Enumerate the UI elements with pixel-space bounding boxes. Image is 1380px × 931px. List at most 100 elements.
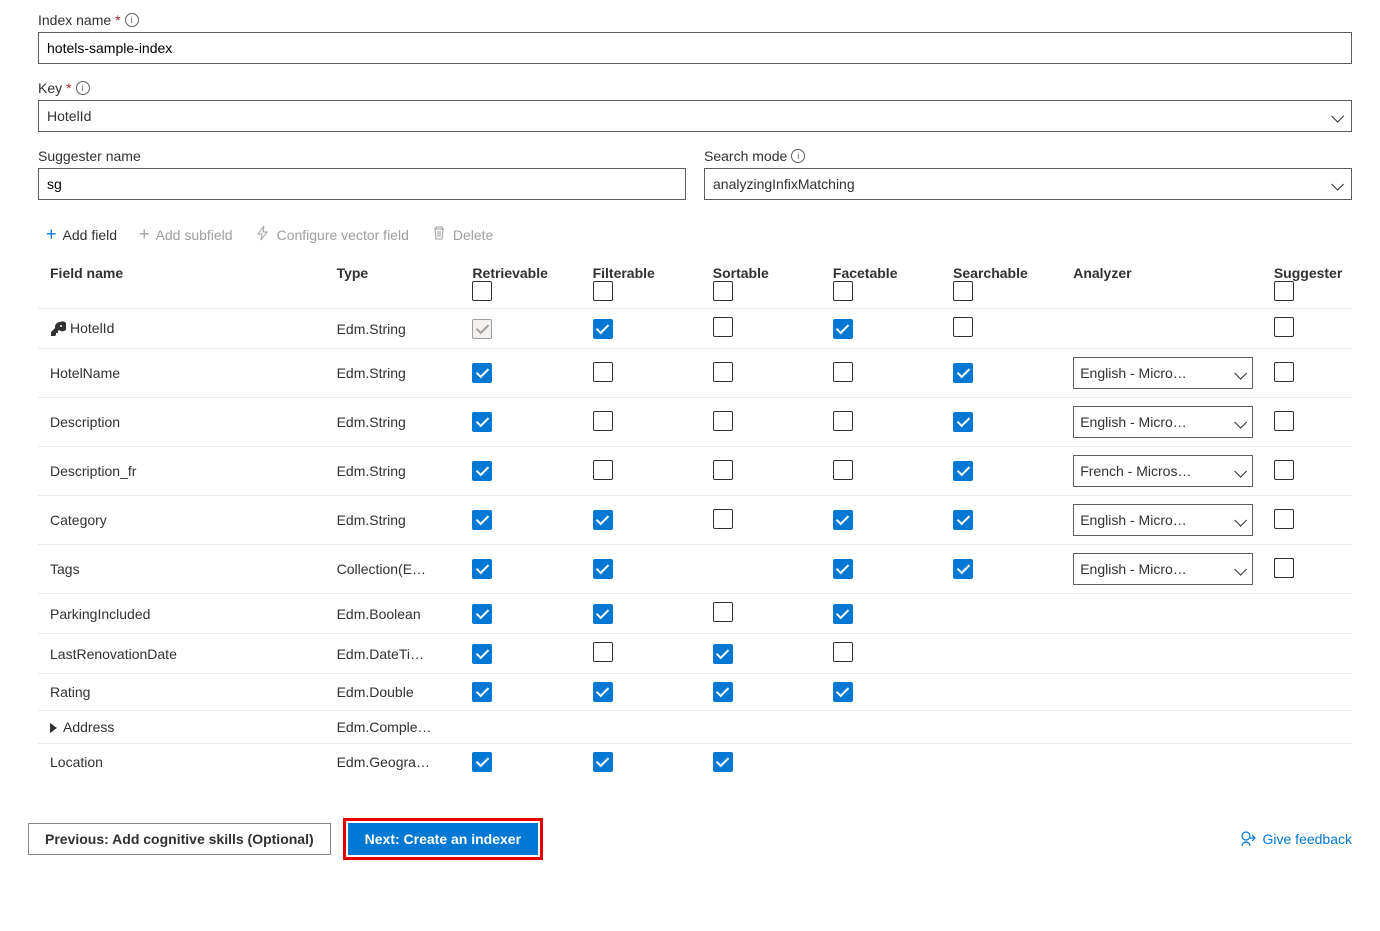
field-type-cell: Edm.String — [337, 463, 457, 479]
key-select[interactable]: HotelId — [38, 100, 1352, 132]
checkbox[interactable] — [833, 642, 853, 662]
checkbox[interactable] — [472, 412, 492, 432]
checkbox[interactable] — [713, 602, 733, 622]
checkbox[interactable] — [833, 411, 853, 431]
checkbox[interactable] — [593, 682, 613, 702]
previous-button[interactable]: Previous: Add cognitive skills (Optional… — [28, 823, 331, 855]
checkbox[interactable] — [713, 362, 733, 382]
checkbox[interactable] — [472, 319, 492, 339]
sortable-all-checkbox[interactable] — [713, 281, 733, 301]
checkbox[interactable] — [593, 642, 613, 662]
info-icon[interactable]: i — [125, 13, 139, 27]
checkbox[interactable] — [472, 461, 492, 481]
next-button[interactable]: Next: Create an indexer — [348, 823, 538, 855]
checkbox[interactable] — [713, 682, 733, 702]
retrievable-all-checkbox[interactable] — [472, 281, 492, 301]
checkbox[interactable] — [833, 362, 853, 382]
field-name-cell: Tags — [38, 545, 331, 594]
index-name-input[interactable] — [38, 32, 1352, 64]
give-feedback-link[interactable]: Give feedback — [1241, 831, 1353, 847]
checkbox[interactable] — [1274, 460, 1294, 480]
highlight-box: Next: Create an indexer — [343, 818, 543, 860]
checkbox[interactable] — [593, 510, 613, 530]
checkbox[interactable] — [713, 509, 733, 529]
checkbox[interactable] — [472, 682, 492, 702]
checkbox[interactable] — [713, 460, 733, 480]
table-row[interactable]: Description_fr Edm.String French - Micro… — [38, 447, 1352, 496]
checkbox[interactable] — [953, 510, 973, 530]
analyzer-select[interactable]: French - Micros… — [1073, 455, 1253, 487]
chevron-down-icon — [1331, 178, 1343, 190]
checkbox[interactable] — [472, 559, 492, 579]
suggester-name-label: Suggester name — [38, 148, 141, 164]
checkbox[interactable] — [1274, 411, 1294, 431]
checkbox[interactable] — [713, 644, 733, 664]
table-row[interactable]: Location Edm.Geogra… — [38, 744, 1352, 781]
checkbox[interactable] — [593, 559, 613, 579]
table-row[interactable]: Category Edm.String English - Micro… — [38, 496, 1352, 545]
checkbox[interactable] — [1274, 362, 1294, 382]
checkbox[interactable] — [593, 319, 613, 339]
checkbox[interactable] — [1274, 509, 1294, 529]
checkbox[interactable] — [833, 559, 853, 579]
checkbox[interactable] — [833, 510, 853, 530]
suggester-all-checkbox[interactable] — [1274, 281, 1294, 301]
table-row[interactable]: Description Edm.String English - Micro… — [38, 398, 1352, 447]
checkbox[interactable] — [953, 559, 973, 579]
checkbox[interactable] — [953, 317, 973, 337]
search-mode-select[interactable]: analyzingInfixMatching — [704, 168, 1352, 200]
analyzer-select[interactable]: English - Micro… — [1073, 406, 1253, 438]
analyzer-select[interactable]: English - Micro… — [1073, 357, 1253, 389]
checkbox[interactable] — [1274, 317, 1294, 337]
analyzer-select[interactable]: English - Micro… — [1073, 553, 1253, 585]
checkbox[interactable] — [953, 461, 973, 481]
analyzer-select[interactable]: English - Micro… — [1073, 504, 1253, 536]
key-label: Key — [38, 80, 62, 96]
add-field-button[interactable]: + Add field — [46, 224, 117, 245]
checkbox[interactable] — [472, 644, 492, 664]
caret-right-icon[interactable] — [50, 723, 57, 733]
checkbox[interactable] — [593, 752, 613, 772]
checkbox[interactable] — [833, 604, 853, 624]
field-name-cell: Location — [38, 744, 331, 781]
col-retrievable: Retrievable — [472, 265, 547, 281]
info-icon[interactable]: i — [791, 149, 805, 163]
checkbox[interactable] — [833, 319, 853, 339]
filterable-all-checkbox[interactable] — [593, 281, 613, 301]
checkbox[interactable] — [953, 363, 973, 383]
checkbox[interactable] — [472, 752, 492, 772]
checkbox[interactable] — [713, 411, 733, 431]
field-name-cell: HotelName — [38, 349, 331, 398]
field-name-cell: Description — [38, 398, 331, 447]
checkbox[interactable] — [593, 362, 613, 382]
checkbox[interactable] — [953, 412, 973, 432]
info-icon[interactable]: i — [76, 81, 90, 95]
add-subfield-button: + Add subfield — [139, 224, 233, 245]
suggester-name-input[interactable] — [38, 168, 686, 200]
facetable-all-checkbox[interactable] — [833, 281, 853, 301]
checkbox[interactable] — [593, 460, 613, 480]
checkbox[interactable] — [1274, 558, 1294, 578]
table-row[interactable]: ParkingIncluded Edm.Boolean — [38, 594, 1352, 634]
checkbox[interactable] — [833, 460, 853, 480]
table-row[interactable]: Address Edm.Comple… — [38, 711, 1352, 744]
checkbox[interactable] — [593, 604, 613, 624]
checkbox[interactable] — [472, 604, 492, 624]
checkbox[interactable] — [833, 682, 853, 702]
field-type-cell: Edm.String — [337, 365, 457, 381]
table-row[interactable]: LastRenovationDate Edm.DateTi… — [38, 634, 1352, 674]
table-row[interactable]: Rating Edm.Double — [38, 674, 1352, 711]
checkbox[interactable] — [472, 363, 492, 383]
checkbox[interactable] — [593, 411, 613, 431]
checkbox[interactable] — [713, 752, 733, 772]
table-row[interactable]: Tags Collection(E… English - Micro… — [38, 545, 1352, 594]
checkbox[interactable] — [472, 510, 492, 530]
searchable-all-checkbox[interactable] — [953, 281, 973, 301]
field-name-cell: Description_fr — [38, 447, 331, 496]
chevron-down-icon — [1331, 110, 1343, 122]
field-name-cell: HotelId — [38, 309, 331, 349]
checkbox[interactable] — [713, 317, 733, 337]
search-mode-value: analyzingInfixMatching — [713, 176, 855, 192]
table-row[interactable]: HotelId Edm.String — [38, 309, 1352, 349]
table-row[interactable]: HotelName Edm.String English - Micro… — [38, 349, 1352, 398]
